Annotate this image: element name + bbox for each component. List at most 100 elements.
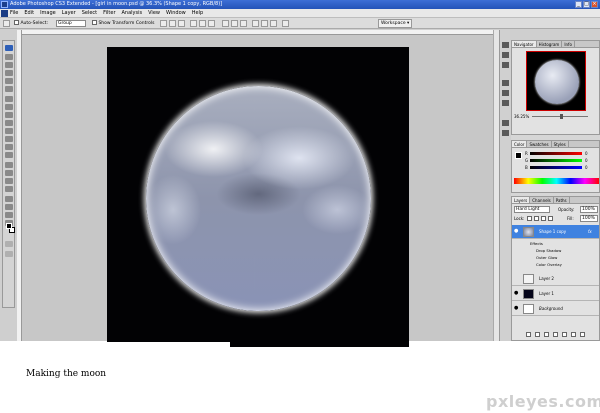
dock-brushes-icon[interactable] xyxy=(502,80,509,86)
slice-tool-icon[interactable] xyxy=(5,86,13,92)
lock-transparency-icon[interactable] xyxy=(527,216,532,221)
healing-brush-icon[interactable] xyxy=(5,96,13,102)
b-value[interactable]: 0 xyxy=(585,165,588,170)
tab-layers[interactable]: Layers xyxy=(512,197,531,203)
dock-character-icon[interactable] xyxy=(502,120,509,126)
move-tool-icon[interactable] xyxy=(5,45,13,51)
dock-tool-presets-icon[interactable] xyxy=(502,90,509,96)
quick-mask-icon[interactable] xyxy=(5,241,13,247)
document-canvas[interactable] xyxy=(107,47,409,347)
menu-view[interactable]: View xyxy=(148,9,160,17)
magic-wand-tool-icon[interactable] xyxy=(5,70,13,76)
align-center-icon[interactable] xyxy=(199,20,206,27)
new-layer-icon[interactable] xyxy=(571,332,576,337)
align-left-icon[interactable] xyxy=(190,20,197,27)
adjustment-layer-icon[interactable] xyxy=(553,332,558,337)
lasso-tool-icon[interactable] xyxy=(5,62,13,68)
color-foreground-swatch[interactable] xyxy=(515,152,522,159)
dock-layer-comps-icon[interactable] xyxy=(502,100,509,106)
blend-mode-dropdown[interactable]: Hard Light xyxy=(514,206,550,213)
menu-file[interactable]: File xyxy=(10,9,18,17)
lock-pixels-icon[interactable] xyxy=(534,216,539,221)
layer-row-layer-2[interactable]: Layer 2 xyxy=(512,272,599,286)
menu-edit[interactable]: Edit xyxy=(24,9,34,17)
menu-window[interactable]: Window xyxy=(166,9,186,17)
new-group-icon[interactable] xyxy=(562,332,567,337)
dock-paragraph-icon[interactable] xyxy=(502,130,509,136)
add-style-icon[interactable] xyxy=(535,332,540,337)
tab-swatches[interactable]: Swatches xyxy=(527,141,552,147)
gradient-tool-icon[interactable] xyxy=(5,136,13,142)
layer-row-background[interactable]: ● Background xyxy=(512,302,599,316)
g-value[interactable]: 0 xyxy=(585,158,588,163)
distribute-left-icon[interactable] xyxy=(252,20,259,27)
opacity-field[interactable]: 100% xyxy=(580,206,598,213)
distribute-top-icon[interactable] xyxy=(222,20,229,27)
align-middle-icon[interactable] xyxy=(169,20,176,27)
tab-paths[interactable]: Paths xyxy=(554,197,570,203)
path-selection-icon[interactable] xyxy=(5,178,13,184)
navigator-zoom-value[interactable]: 36.25% xyxy=(514,114,529,119)
link-layers-icon[interactable] xyxy=(526,332,531,337)
align-bottom-icon[interactable] xyxy=(178,20,185,27)
type-tool-icon[interactable] xyxy=(5,170,13,176)
distribute-center-icon[interactable] xyxy=(261,20,268,27)
fill-field[interactable]: 100% xyxy=(580,215,598,222)
layer-row-shape-1-copy[interactable]: ● Shape 1 copy fx xyxy=(512,225,599,239)
hand-tool-icon[interactable] xyxy=(5,212,13,218)
minimize-button[interactable]: _ xyxy=(575,1,582,8)
tab-info[interactable]: Info xyxy=(562,41,575,47)
history-brush-icon[interactable] xyxy=(5,120,13,126)
fx-icon[interactable]: fx xyxy=(588,225,592,239)
menu-image[interactable]: Image xyxy=(40,9,56,17)
dodge-tool-icon[interactable] xyxy=(5,152,13,158)
auto-select-checkbox[interactable] xyxy=(14,20,19,25)
screen-mode-icon[interactable] xyxy=(5,251,13,257)
distribute-middle-icon[interactable] xyxy=(231,20,238,27)
align-top-icon[interactable] xyxy=(160,20,167,27)
tab-navigator[interactable]: Navigator xyxy=(512,41,537,47)
eye-icon[interactable]: ● xyxy=(514,306,519,311)
distribute-right-icon[interactable] xyxy=(270,20,277,27)
auto-align-icon[interactable] xyxy=(282,20,289,27)
menu-help[interactable]: Help xyxy=(192,9,203,17)
pen-tool-icon[interactable] xyxy=(5,162,13,168)
effect-color-overlay[interactable]: Color Overlay xyxy=(536,261,600,268)
eraser-tool-icon[interactable] xyxy=(5,128,13,134)
color-spectrum[interactable] xyxy=(514,178,599,184)
effect-outer-glow[interactable]: Outer Glow xyxy=(536,254,600,261)
shape-tool-icon[interactable] xyxy=(5,186,13,192)
lock-position-icon[interactable] xyxy=(541,216,546,221)
dock-actions-icon[interactable] xyxy=(502,62,509,68)
marquee-tool-icon[interactable] xyxy=(5,54,13,60)
r-value[interactable]: 0 xyxy=(585,151,588,156)
notes-tool-icon[interactable] xyxy=(5,196,13,202)
red-slider[interactable] xyxy=(530,152,582,155)
foreground-color-swatch[interactable] xyxy=(6,223,12,229)
auto-select-dropdown[interactable]: Group xyxy=(56,20,86,27)
workspace-button[interactable]: Workspace ▾ xyxy=(378,19,413,28)
effect-drop-shadow[interactable]: Drop Shadow xyxy=(536,247,600,254)
effects-row[interactable]: Effects xyxy=(530,240,596,247)
show-transform-checkbox[interactable] xyxy=(92,20,97,25)
eye-icon[interactable]: ● xyxy=(514,229,519,234)
tab-color[interactable]: Color xyxy=(512,141,528,147)
delete-layer-icon[interactable] xyxy=(580,332,585,337)
align-right-icon[interactable] xyxy=(208,20,215,27)
lock-all-icon[interactable] xyxy=(548,216,553,221)
menu-analysis[interactable]: Analysis xyxy=(122,9,143,17)
move-tool-preset-icon[interactable] xyxy=(3,20,10,27)
tab-channels[interactable]: Channels xyxy=(530,197,554,203)
blue-slider[interactable] xyxy=(530,166,582,169)
close-button[interactable]: × xyxy=(591,1,598,8)
blur-tool-icon[interactable] xyxy=(5,144,13,150)
maximize-button[interactable]: □ xyxy=(583,1,590,8)
tab-histogram[interactable]: Histogram xyxy=(537,41,563,47)
navigator-thumbnail[interactable] xyxy=(526,51,586,111)
distribute-bottom-icon[interactable] xyxy=(240,20,247,27)
add-mask-icon[interactable] xyxy=(544,332,549,337)
layer-row-layer-1[interactable]: ● Layer 1 xyxy=(512,287,599,301)
navigator-zoom-handle[interactable] xyxy=(560,114,563,119)
green-slider[interactable] xyxy=(530,159,582,162)
menu-layer[interactable]: Layer xyxy=(62,9,76,17)
